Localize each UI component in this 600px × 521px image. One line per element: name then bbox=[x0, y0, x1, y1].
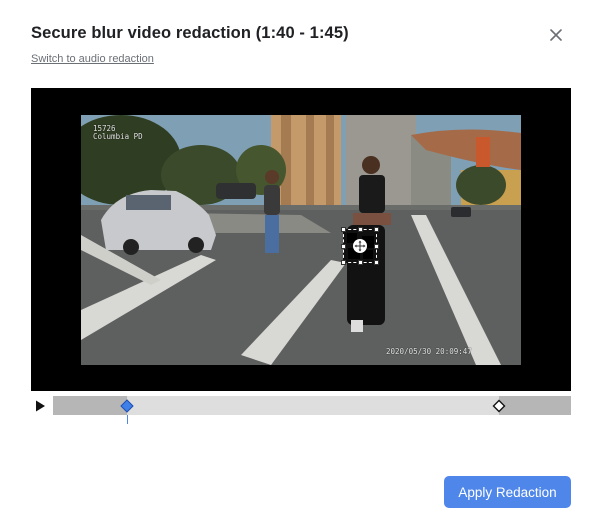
play-button[interactable] bbox=[33, 399, 47, 413]
resize-handle-top-left[interactable] bbox=[341, 227, 346, 232]
start-marker[interactable] bbox=[120, 398, 134, 413]
playhead[interactable] bbox=[127, 415, 129, 424]
apply-redaction-button[interactable]: Apply Redaction bbox=[444, 476, 571, 508]
diamond-marker-icon bbox=[120, 398, 134, 413]
timeline bbox=[31, 396, 571, 426]
resize-handle-bottom-right[interactable] bbox=[374, 260, 379, 265]
resize-handle-bottom[interactable] bbox=[358, 260, 363, 265]
close-icon bbox=[550, 29, 562, 41]
camera-agency-overlay: Columbia PD bbox=[93, 132, 143, 141]
resize-handle-top-right[interactable] bbox=[374, 227, 379, 232]
play-icon bbox=[36, 400, 45, 412]
resize-handle-bottom-left[interactable] bbox=[341, 260, 346, 265]
video-frame: 15726 Columbia PD 2020/05/30 20:09:47 bbox=[81, 115, 521, 365]
resize-handle-right[interactable] bbox=[374, 244, 379, 249]
switch-to-audio-link[interactable]: Switch to audio redaction bbox=[31, 53, 154, 65]
resize-handle-top[interactable] bbox=[358, 227, 363, 232]
resize-handle-left[interactable] bbox=[341, 244, 346, 249]
timeline-track[interactable] bbox=[53, 396, 571, 415]
move-icon[interactable] bbox=[353, 239, 367, 253]
redaction-area[interactable] bbox=[341, 227, 379, 265]
close-button[interactable] bbox=[546, 25, 566, 45]
video-frame-image bbox=[81, 115, 521, 365]
redaction-dialog: Secure blur video redaction (1:40 - 1:45… bbox=[0, 0, 600, 521]
timestamp-overlay: 2020/05/30 20:09:47 bbox=[386, 347, 472, 356]
selected-range bbox=[127, 396, 499, 415]
end-marker[interactable] bbox=[492, 399, 506, 413]
diamond-marker-icon bbox=[492, 399, 506, 412]
video-player[interactable]: 15726 Columbia PD 2020/05/30 20:09:47 bbox=[31, 88, 571, 391]
dialog-title: Secure blur video redaction (1:40 - 1:45… bbox=[31, 24, 349, 42]
